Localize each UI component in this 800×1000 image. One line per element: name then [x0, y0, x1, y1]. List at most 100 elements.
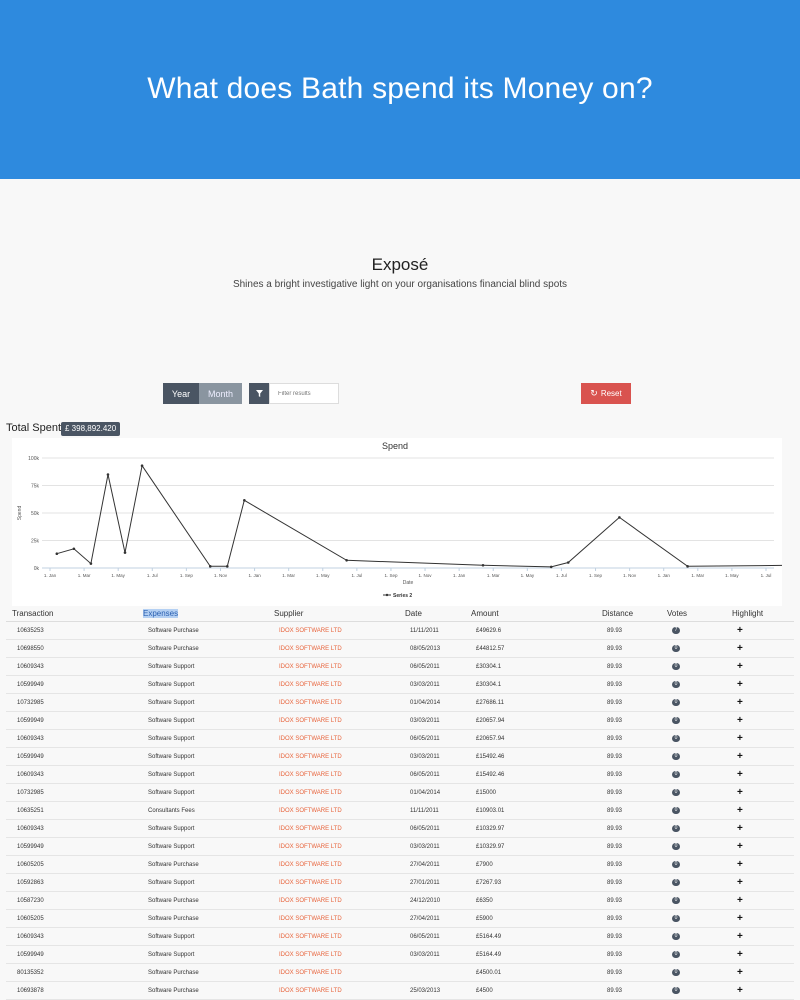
plus-icon[interactable]: + [737, 859, 743, 870]
cell-highlight-button[interactable]: + [726, 783, 794, 802]
cell-supplier-link[interactable]: IDOX SOFTWARE LTD [268, 693, 399, 712]
cell-supplier-link[interactable]: IDOX SOFTWARE LTD [268, 909, 399, 928]
cell-distance: 89.93 [596, 873, 661, 892]
plus-icon[interactable]: + [737, 913, 743, 924]
plus-icon[interactable]: + [737, 715, 743, 726]
cell-highlight-button[interactable]: + [726, 801, 794, 820]
cell-supplier-link[interactable]: IDOX SOFTWARE LTD [268, 927, 399, 946]
cell-highlight-button[interactable]: + [726, 747, 794, 766]
cell-supplier-link[interactable]: IDOX SOFTWARE LTD [268, 945, 399, 964]
cell-date: 06/05/2011 [399, 657, 465, 676]
cell-supplier-link[interactable]: IDOX SOFTWARE LTD [268, 873, 399, 892]
cell-supplier-link[interactable]: IDOX SOFTWARE LTD [268, 729, 399, 748]
x-tick-label: 1. Jan [248, 573, 261, 578]
plus-icon[interactable]: + [737, 787, 743, 798]
cell-highlight-button[interactable]: + [726, 909, 794, 928]
plus-icon[interactable]: + [737, 733, 743, 744]
cell-supplier-link[interactable]: IDOX SOFTWARE LTD [268, 711, 399, 730]
cell-highlight-button[interactable]: + [726, 963, 794, 982]
plus-icon[interactable]: + [737, 931, 743, 942]
cell-highlight-button[interactable]: + [726, 729, 794, 748]
table-row: 10609343 Software Support IDOX SOFTWARE LT… [6, 765, 794, 784]
x-tick-label: 1. May [521, 573, 535, 578]
cell-supplier-link[interactable]: IDOX SOFTWARE LTD [268, 675, 399, 694]
votes-badge: 0 [672, 807, 680, 814]
column-header-distance[interactable]: Distance [596, 606, 661, 622]
cell-highlight-button[interactable]: + [726, 765, 794, 784]
cell-amount: £6350 [465, 891, 596, 910]
plus-icon[interactable]: + [737, 661, 743, 672]
filter-input[interactable] [269, 383, 339, 404]
plus-icon[interactable]: + [737, 841, 743, 852]
cell-highlight-button[interactable]: + [726, 657, 794, 676]
cell-expense-type: Software Purchase [137, 909, 268, 928]
cell-highlight-button[interactable]: + [726, 837, 794, 856]
reset-button[interactable]: ↻ Reset [581, 383, 631, 404]
cell-transaction-id: 10609343 [6, 819, 137, 838]
column-header-label: Transaction [12, 609, 54, 618]
cell-highlight-button[interactable]: + [726, 711, 794, 730]
total-spent-badge: £ 398,892.420 [61, 422, 121, 436]
cell-supplier-link[interactable]: IDOX SOFTWARE LTD [268, 657, 399, 676]
cell-highlight-button[interactable]: + [726, 675, 794, 694]
data-point [208, 565, 212, 568]
plus-icon[interactable]: + [737, 625, 743, 636]
plus-icon[interactable]: + [737, 769, 743, 780]
plus-icon[interactable]: + [737, 985, 743, 996]
plus-icon[interactable]: + [737, 679, 743, 690]
column-header-expenses[interactable]: Expenses [137, 606, 268, 622]
cell-transaction-id: 10609343 [6, 729, 137, 748]
column-header-date[interactable]: Date [399, 606, 465, 622]
hero-title: What does Bath spend its Money on? [147, 72, 653, 105]
cell-supplier-link[interactable]: IDOX SOFTWARE LTD [268, 747, 399, 766]
plus-icon[interactable]: + [737, 949, 743, 960]
cell-highlight-button[interactable]: + [726, 693, 794, 712]
cell-supplier-link[interactable]: IDOX SOFTWARE LTD [268, 639, 399, 658]
cell-highlight-button[interactable]: + [726, 819, 794, 838]
plus-icon[interactable]: + [737, 877, 743, 888]
plus-icon[interactable]: + [737, 805, 743, 816]
plus-icon[interactable]: + [737, 643, 743, 654]
cell-supplier-link[interactable]: IDOX SOFTWARE LTD [268, 621, 399, 640]
cell-supplier-link[interactable]: IDOX SOFTWARE LTD [268, 801, 399, 820]
plus-icon[interactable]: + [737, 895, 743, 906]
cell-distance: 89.93 [596, 657, 661, 676]
cell-highlight-button[interactable]: + [726, 927, 794, 946]
cell-supplier-link[interactable]: IDOX SOFTWARE LTD [268, 963, 399, 982]
cell-supplier-link[interactable]: IDOX SOFTWARE LTD [268, 891, 399, 910]
cell-supplier-link[interactable]: IDOX SOFTWARE LTD [268, 765, 399, 784]
plus-icon[interactable]: + [737, 823, 743, 834]
cell-transaction-id: 10732985 [6, 693, 137, 712]
cell-supplier-link[interactable]: IDOX SOFTWARE LTD [268, 837, 399, 856]
cell-supplier-link[interactable]: IDOX SOFTWARE LTD [268, 855, 399, 874]
cell-transaction-id: 10609343 [6, 657, 137, 676]
cell-amount: £30304.1 [465, 675, 596, 694]
cell-votes-badge: 0 [661, 801, 726, 820]
cell-highlight-button[interactable]: + [726, 639, 794, 658]
cell-highlight-button[interactable]: + [726, 945, 794, 964]
votes-badge: 0 [672, 735, 680, 742]
cell-votes-badge: 0 [661, 693, 726, 712]
cell-highlight-button[interactable]: + [726, 981, 794, 1000]
column-header-votes[interactable]: Votes [661, 606, 726, 622]
plus-icon[interactable]: + [737, 697, 743, 708]
column-header-transaction[interactable]: Transaction [6, 606, 137, 622]
cell-supplier-link[interactable]: IDOX SOFTWARE LTD [268, 783, 399, 802]
cell-supplier-link[interactable]: IDOX SOFTWARE LTD [268, 981, 399, 1000]
column-header-amount[interactable]: Amount [465, 606, 596, 622]
column-header-supplier[interactable]: Supplier [268, 606, 399, 622]
month-toggle-button[interactable]: Month [199, 383, 242, 404]
cell-highlight-button[interactable]: + [726, 621, 794, 640]
year-toggle-button[interactable]: Year [163, 383, 199, 404]
cell-expense-type: Software Purchase [137, 855, 268, 874]
plus-icon[interactable]: + [737, 967, 743, 978]
cell-highlight-button[interactable]: + [726, 891, 794, 910]
plus-icon[interactable]: + [737, 751, 743, 762]
cell-highlight-button[interactable]: + [726, 855, 794, 874]
cell-expense-type: Consultants Fees [137, 801, 268, 820]
table-row: 10605205 Software Purchase IDOX SOFTWARE L… [6, 855, 794, 874]
cell-amount: £10329.97 [465, 837, 596, 856]
column-header-highlight[interactable]: Highlight [726, 606, 794, 622]
cell-supplier-link[interactable]: IDOX SOFTWARE LTD [268, 819, 399, 838]
cell-highlight-button[interactable]: + [726, 873, 794, 892]
